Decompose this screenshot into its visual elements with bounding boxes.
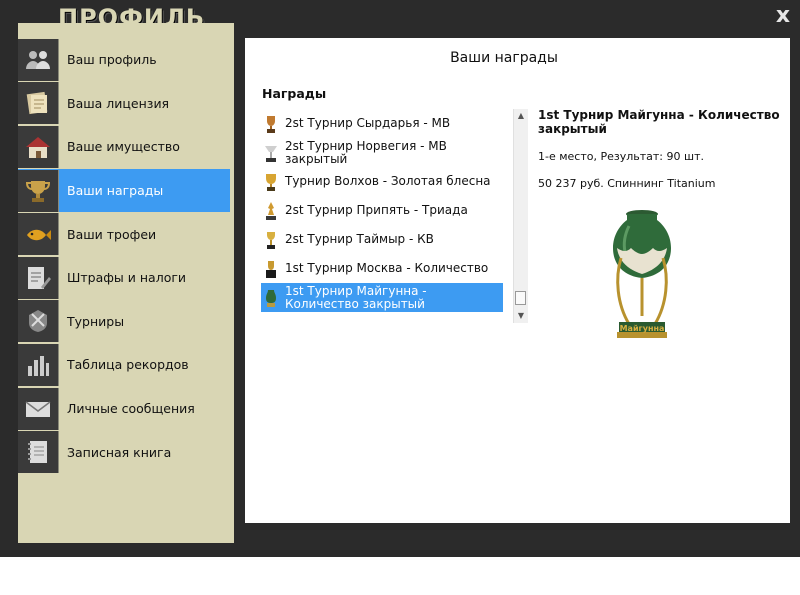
sidebar-item-label: Ваше имущество [67, 139, 180, 155]
sidebar-item-trophies[interactable]: Ваши трофеи [18, 212, 230, 256]
tournament-icon [29, 310, 47, 333]
sidebar-item-messages[interactable]: Личные сообщения [18, 387, 230, 431]
award-detail-prize: 50 237 руб. Спиннинг Titanium [538, 177, 716, 190]
sidebar-item-license[interactable]: Ваша лицензия [18, 82, 230, 126]
sidebar-item-profile[interactable]: Ваш профиль [18, 38, 230, 82]
house-icon [26, 136, 50, 158]
document-pen-icon [28, 266, 51, 289]
sidebar-item-awards[interactable]: Ваши награды [18, 168, 230, 213]
sidebar: Ваш профиль Ваша лицензия Ваше имущество [18, 38, 230, 474]
scroll-up-icon[interactable]: ▲ [514, 109, 528, 123]
sidebar-item-label: Личные сообщения [67, 401, 195, 417]
list-item[interactable]: 2st Турнир Сырдарья - МВ [261, 109, 503, 138]
awards-panel: Ваши награды Награды 2st Турнир Сырдарья… [245, 38, 790, 523]
sidebar-item-label: Ваш профиль [67, 52, 157, 68]
award-detail-result: 1-е место, Результат: 90 шт. [538, 150, 704, 163]
trophy-figure-icon [266, 201, 276, 220]
trophy-vase-image: Майгунна [613, 210, 671, 338]
trophy-dark-icon [266, 260, 276, 278]
sidebar-item-notebook[interactable]: Записная книга [18, 430, 230, 474]
sidebar-item-label: Записная книга [67, 444, 172, 460]
sidebar-item-records[interactable]: Таблица рекордов [18, 343, 230, 387]
users-icon [26, 50, 50, 69]
trophy-caption: Майгунна [620, 324, 665, 333]
fish-icon [27, 229, 51, 241]
sidebar-item-property[interactable]: Ваше имущество [18, 125, 230, 169]
sidebar-item-label: Ваши награды [67, 183, 164, 199]
sidebar-item-label: Турниры [67, 313, 125, 329]
scroll-down-icon[interactable]: ▼ [514, 309, 528, 323]
trophy-vase-icon [266, 289, 276, 307]
sidebar-item-label: Ваша лицензия [67, 95, 170, 111]
trophy-gold-icon [266, 173, 276, 191]
notebook-icon [28, 441, 47, 464]
awards-section-title: Награды [262, 86, 327, 101]
sidebar-item-label: Штрафы и налоги [67, 270, 187, 286]
license-icon [26, 92, 48, 115]
award-detail-title: 1st Турнир Майгунна - Количество закрыты… [538, 108, 780, 136]
list-item[interactable]: 1st Турнир Москва - Количество [261, 254, 503, 283]
awards-list-scrollbar[interactable]: ▲ ▼ [513, 109, 528, 323]
page-title: Ваши награды [450, 50, 558, 66]
profile-window: ПРОФИЛЬ x Ваш профиль Ваша лицензия Ваше… [0, 0, 800, 557]
list-item[interactable]: Турнир Волхов - Золотая блесна [261, 167, 503, 196]
list-item[interactable]: 2st Турнир Норвегия - МВ закрытый [261, 138, 503, 167]
envelope-icon [25, 400, 51, 417]
sidebar-item-label: Ваши трофеи [67, 226, 157, 242]
sidebar-item-fines[interactable]: Штрафы и налоги [18, 256, 230, 300]
scrollbar-thumb[interactable] [515, 291, 526, 305]
trophy-gold-icon [267, 231, 275, 249]
award-detail: 1st Турнир Майгунна - Количество закрыты… [538, 108, 783, 190]
cup-icon [25, 180, 51, 202]
trophy-bronze-icon [267, 115, 275, 133]
list-item-selected[interactable]: 1st Турнир Майгунна - Количество закрыты… [261, 283, 503, 312]
list-item[interactable]: 2st Турнир Припять - Триада [261, 196, 503, 225]
sidebar-item-tournaments[interactable]: Турниры [18, 300, 230, 344]
sidebar-item-label: Таблица рекордов [67, 357, 189, 373]
list-item[interactable]: 2st Турнир Таймыр - КВ [261, 225, 503, 254]
awards-list: 2st Турнир Сырдарья - МВ 2st Турнир Норв… [261, 109, 503, 323]
trophy-silver-icon [265, 145, 277, 162]
bar-chart-icon [28, 355, 49, 376]
